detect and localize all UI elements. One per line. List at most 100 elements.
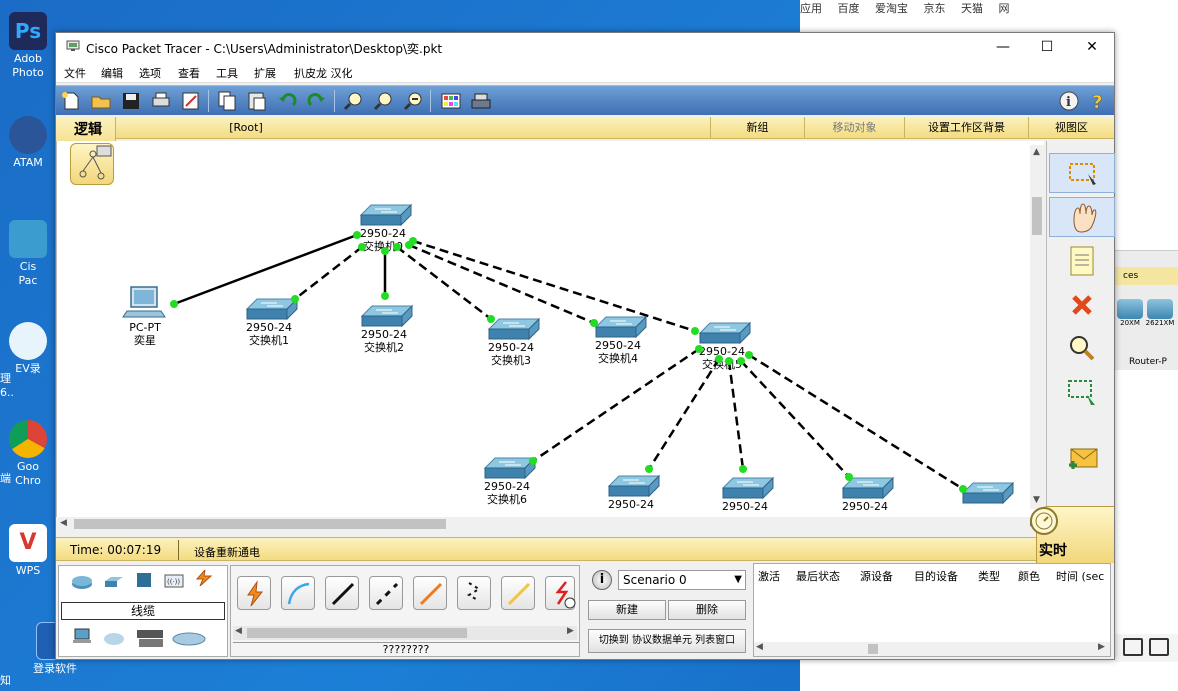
menu-edit[interactable]: 编辑 — [101, 65, 123, 81]
scroll-up-arrow[interactable]: ▲ — [1033, 147, 1040, 157]
console-cable[interactable] — [281, 576, 315, 610]
switch-device[interactable]: 2950-24 — [721, 476, 775, 513]
menu-extensions[interactable]: 扩展 — [254, 65, 276, 81]
network-link[interactable] — [408, 243, 595, 325]
help-icon[interactable]: ? — [1088, 90, 1110, 112]
resize-shape-tool[interactable] — [1049, 373, 1115, 413]
wan-emulation-category-icon[interactable] — [103, 630, 125, 646]
switch-device[interactable] — [961, 481, 1015, 505]
new-scenario-button[interactable]: 新建 — [588, 600, 666, 620]
zoom-out-icon[interactable] — [402, 90, 424, 112]
maximize-button[interactable]: ☐ — [1027, 37, 1067, 57]
bookmark-item[interactable]: 天猫 — [961, 2, 983, 14]
router-device[interactable]: 2621XM — [1145, 299, 1175, 327]
menu-options[interactable]: 选项 — [139, 65, 161, 81]
inspect-tool[interactable] — [1049, 329, 1115, 369]
custom-device-icon[interactable] — [470, 90, 492, 112]
minimize-button[interactable]: — — [983, 37, 1023, 57]
bookmark-item[interactable]: 网 — [999, 2, 1010, 14]
fiber-cable[interactable] — [413, 576, 447, 610]
network-link[interactable] — [532, 347, 700, 463]
copper-straight-through-cable[interactable] — [325, 576, 359, 610]
router-device[interactable]: 20XM — [1115, 299, 1145, 327]
auto-connection-cable[interactable] — [237, 576, 271, 610]
copy-icon[interactable] — [216, 90, 238, 112]
pc-device[interactable]: PC-PT奕星 — [122, 286, 166, 347]
zoom-in-icon[interactable] — [342, 90, 364, 112]
viewport-button[interactable]: 视图区 — [1028, 117, 1114, 139]
title-bar[interactable]: Cisco Packet Tracer - C:\Users\Administr… — [56, 33, 1114, 61]
move-layout-tool[interactable] — [1049, 197, 1115, 237]
topology-svg[interactable]: PC-PT奕星 2950-24交换机0 2950-24交换机1 2950-24交换机2… — [57, 141, 1031, 517]
scroll-right-arrow[interactable]: ▶ — [1098, 642, 1105, 652]
menu-tools[interactable]: 工具 — [216, 65, 238, 81]
delete-scenario-button[interactable]: 删除 — [668, 600, 746, 620]
network-link[interactable] — [740, 360, 850, 478]
router-category-icon[interactable] — [71, 574, 93, 590]
delete-tool[interactable] — [1049, 285, 1115, 325]
logical-navigation-icon[interactable] — [70, 143, 114, 185]
open-folder-icon[interactable] — [90, 90, 112, 112]
menu-file[interactable]: 文件 — [64, 65, 86, 81]
info-icon[interactable]: i — [1058, 90, 1080, 112]
desktop-icon-ev[interactable]: EV录 — [0, 322, 56, 376]
network-link[interactable] — [748, 353, 964, 491]
undo-icon[interactable] — [276, 90, 298, 112]
scroll-thumb[interactable] — [74, 519, 446, 529]
wireless-category-icon[interactable]: ((·)) — [163, 572, 185, 588]
desktop-icon-photoshop[interactable]: Ps Adob Photo — [0, 12, 56, 80]
scroll-thumb[interactable] — [1032, 197, 1042, 235]
switch-device[interactable]: 2950-24交换机1 — [245, 297, 299, 347]
move-object-button[interactable]: 移动对象 — [804, 117, 904, 139]
bookmark-item[interactable]: 应用 — [800, 2, 822, 14]
select-tool[interactable] — [1049, 153, 1115, 193]
set-background-button[interactable]: 设置工作区背景 — [904, 117, 1028, 139]
toggle-pdu-list-button[interactable]: 切换到 协议数据单元 列表窗口 — [588, 629, 746, 653]
switch-device[interactable]: 2950-24交换机0 — [359, 203, 413, 253]
new-file-icon[interactable] — [60, 90, 82, 112]
menu-view[interactable]: 查看 — [178, 65, 200, 81]
network-link[interactable] — [412, 239, 696, 333]
hub-category-icon[interactable] — [133, 572, 155, 588]
coaxial-cable[interactable] — [501, 576, 535, 610]
scroll-left-arrow[interactable]: ◀ — [235, 626, 242, 636]
desktop-icon-cisco[interactable]: Cis Pac — [0, 220, 56, 288]
bookmark-item[interactable]: 京东 — [924, 2, 946, 14]
menu-localization[interactable]: 扒皮龙 汉化 — [294, 65, 353, 81]
bookmark-item[interactable]: 爱淘宝 — [875, 2, 908, 14]
cable-panel-scrollbar[interactable]: ◀ ▶ — [233, 626, 577, 640]
desktop-icon-atam[interactable]: ATAM — [0, 116, 56, 170]
scroll-left-arrow[interactable]: ◀ — [60, 518, 67, 528]
scenario-select[interactable]: Scenario 0 ▼ — [618, 570, 746, 590]
desktop-icon-wps[interactable]: V WPS — [0, 524, 56, 578]
add-simple-pdu-tool[interactable] — [1049, 437, 1115, 477]
custom-devices-category-icon[interactable] — [135, 626, 165, 650]
copper-cross-over-cable[interactable] — [369, 576, 403, 610]
root-breadcrumb[interactable]: [Root] — [186, 117, 306, 139]
grid-icon[interactable] — [1149, 638, 1169, 656]
zoom-reset-icon[interactable] — [372, 90, 394, 112]
switch-device[interactable]: 2950-24交换机3 — [487, 317, 541, 367]
connections-category-icon[interactable] — [193, 570, 215, 586]
serial-dce-cable[interactable] — [545, 576, 576, 610]
network-link[interactable] — [173, 233, 358, 306]
redo-icon[interactable] — [306, 90, 328, 112]
palette-icon[interactable] — [440, 90, 462, 112]
switch-device[interactable]: 2950-24交换机6 — [483, 456, 537, 506]
new-cluster-button[interactable]: 新组 — [710, 117, 804, 139]
switch-category-icon[interactable] — [103, 574, 125, 590]
close-button[interactable]: ✕ — [1072, 37, 1112, 57]
image-icon[interactable] — [1123, 638, 1143, 656]
switch-device[interactable]: 2950-24交换机2 — [360, 304, 414, 354]
canvas-vertical-scrollbar[interactable]: ▲ ▼ — [1030, 145, 1044, 509]
info-icon[interactable]: i — [592, 570, 612, 590]
scroll-thumb[interactable] — [868, 644, 878, 654]
save-icon[interactable] — [120, 90, 142, 112]
workspace-canvas[interactable]: PC-PT 奕星 2950-24 交换机0 2950-24 交换机1 2950-24 交换机2… — [56, 141, 1044, 527]
bookmark-item[interactable]: 百度 — [838, 2, 860, 14]
canvas-horizontal-scrollbar[interactable]: ◀ ▶ — [56, 517, 1044, 531]
phone-cable[interactable] — [457, 576, 491, 610]
end-devices-category-icon[interactable] — [71, 628, 93, 644]
switch-device[interactable]: 2950-24交换机4 — [594, 315, 648, 365]
place-note-tool[interactable] — [1049, 241, 1115, 281]
